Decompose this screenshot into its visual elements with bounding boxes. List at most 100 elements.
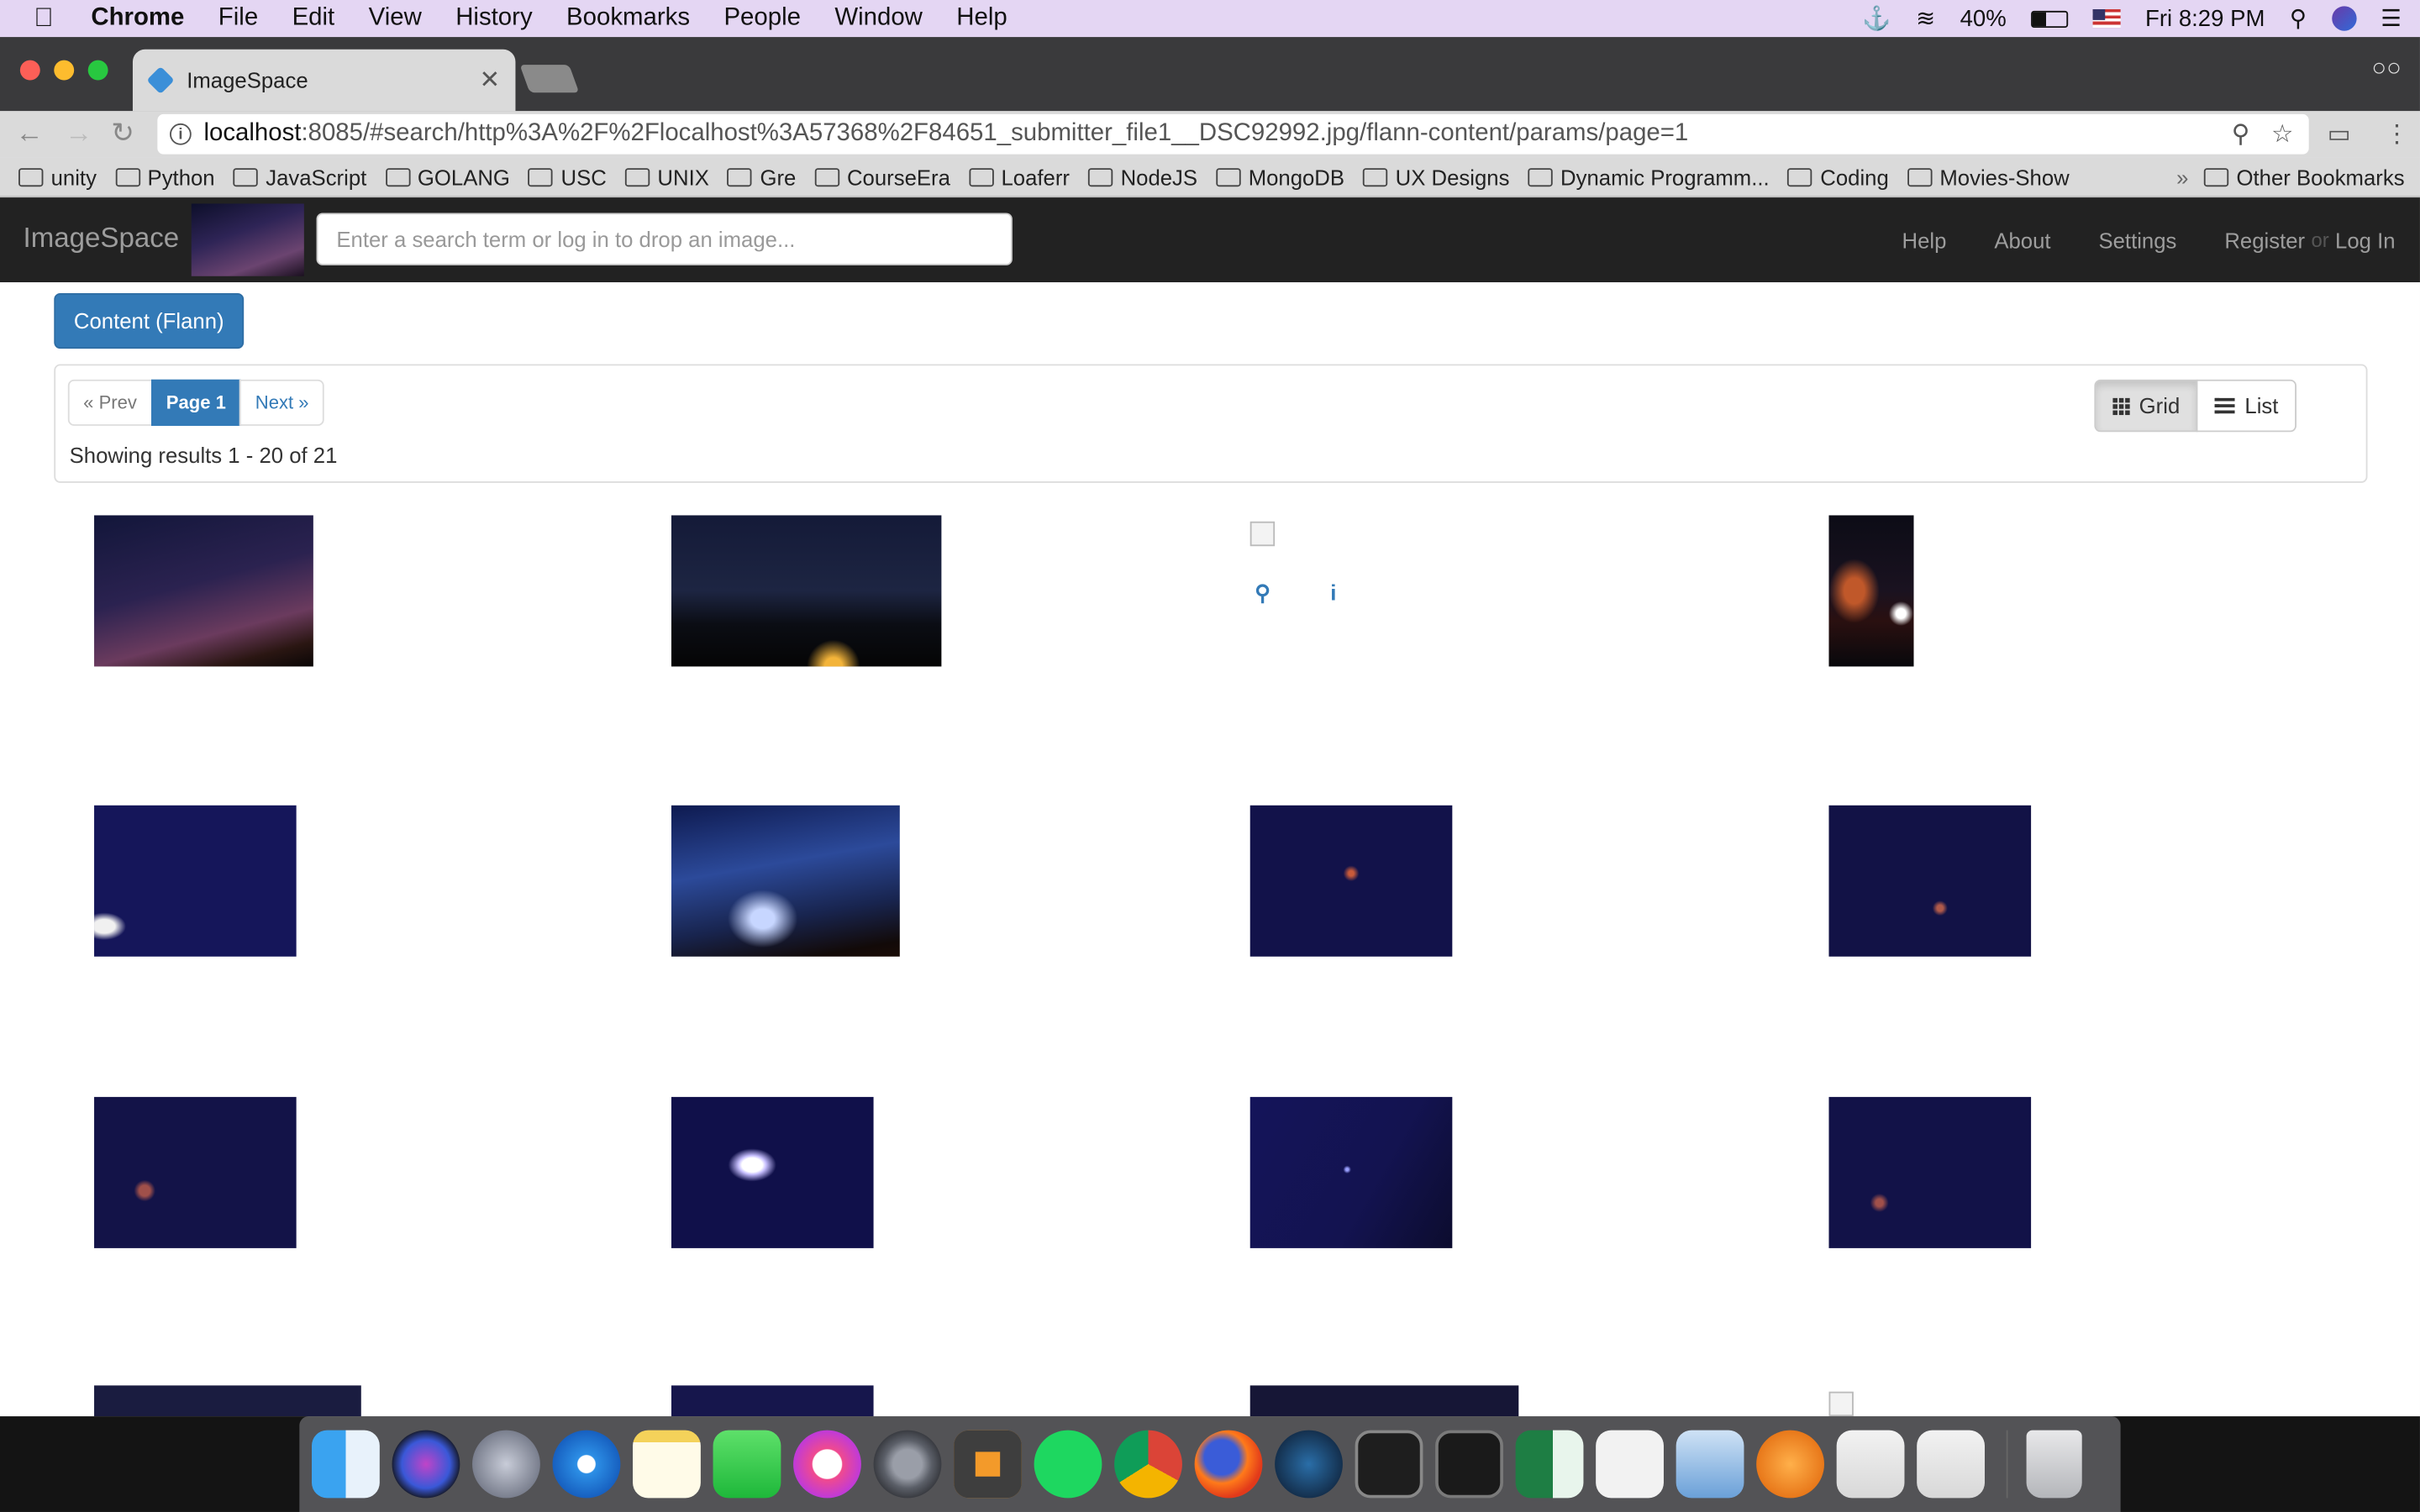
list-view-button[interactable]: List [2196,379,2297,433]
bookmark-folder-courseera[interactable]: CourseEra [814,165,950,189]
preview-icon[interactable] [1676,1430,1744,1499]
result-thumbnail[interactable] [94,1096,297,1248]
nav-help-link[interactable]: Help [1902,228,1947,252]
sketch-icon[interactable] [1756,1430,1824,1499]
bookmark-folder-python[interactable]: Python [114,165,215,189]
result-thumbnail[interactable] [94,515,313,667]
system-preferences-icon[interactable] [873,1430,942,1499]
siri-menubar-icon[interactable] [2331,6,2356,31]
bookmark-folder-ux-designs[interactable]: UX Designs [1363,165,1509,189]
notification-center-icon[interactable]: ☰ [2381,5,2402,32]
nav-register-link[interactable]: Register [2224,228,2305,252]
grid-view-button[interactable]: Grid [2094,379,2199,433]
result-thumbnail[interactable] [671,805,900,957]
result-thumbnail[interactable] [1249,1385,1519,1417]
back-icon[interactable]: ← [15,118,43,150]
zoom-icon[interactable]: ⚲ [2232,118,2250,150]
bookmark-folder-loaferr[interactable]: Loaferr [968,165,1070,189]
site-info-icon[interactable]: i [170,123,192,145]
incognito-icon[interactable]: ○○ [2371,55,2401,83]
menu-history[interactable]: History [455,5,532,33]
sublime-text-icon[interactable] [954,1430,1022,1499]
menu-view[interactable]: View [369,5,422,33]
cast-icon[interactable]: ▭ [2328,118,2351,150]
bookmark-folder-golang[interactable]: GOLANG [385,165,510,189]
bookmark-folder-other[interactable]: Other Bookmarks [2203,165,2405,189]
prev-page-button[interactable]: « Prev [67,379,153,426]
new-tab-button[interactable] [519,65,580,93]
flag-icon[interactable] [2092,9,2121,29]
java-icon[interactable] [1836,1430,1905,1499]
menu-people[interactable]: People [723,5,801,33]
nav-settings-link[interactable]: Settings [2098,228,2176,252]
notes-icon[interactable] [633,1430,701,1499]
bookmark-folder-unity[interactable]: unity [18,165,97,189]
slack-icon[interactable] [1596,1430,1664,1499]
menu-window[interactable]: Window [834,5,923,33]
battery-percent[interactable]: 40% [1960,5,2007,31]
bookmark-folder-coding[interactable]: Coding [1787,165,1889,189]
result-thumbnail[interactable] [671,1096,874,1248]
nav-about-link[interactable]: About [1994,228,2050,252]
result-thumbnail[interactable] [1828,1096,2032,1248]
content-flann-button[interactable]: Content (Flann) [54,292,245,349]
nav-login-link[interactable]: Log In [2335,228,2396,252]
window-zoom-icon[interactable] [87,60,108,81]
excel-icon[interactable] [1515,1430,1584,1499]
menu-help[interactable]: Help [956,5,1007,33]
bookmark-folder-gre[interactable]: Gre [727,165,796,189]
bookmark-folder-dynamic-programming[interactable]: Dynamic Programm... [1528,165,1770,189]
trash-icon[interactable] [2026,1430,2082,1499]
result-thumbnail[interactable] [671,515,942,667]
terminal-icon[interactable] [1355,1430,1423,1499]
docker-icon[interactable]: ⚓ [1862,5,1891,32]
siri-icon[interactable] [392,1430,460,1499]
brand-link[interactable]: ImageSpace [24,222,180,255]
info-icon[interactable]: i [1330,580,1336,605]
java-icon-2[interactable] [1917,1430,1985,1499]
wifi-icon[interactable]: ≋ [1916,5,1935,32]
menu-app-chrome[interactable]: Chrome [91,5,184,33]
spotlight-icon[interactable]: ⚲ [2290,5,2307,32]
result-thumbnail[interactable] [1828,805,2032,957]
chrome-menu-icon[interactable]: ⋮ [2385,118,2409,150]
bookmark-folder-mongodb[interactable]: MongoDB [1216,165,1344,189]
bookmark-star-icon[interactable]: ☆ [2271,118,2293,150]
result-thumbnail[interactable] [1249,1096,1453,1248]
menu-edit[interactable]: Edit [292,5,335,33]
menu-bookmarks[interactable]: Bookmarks [566,5,690,33]
itunes-icon[interactable] [793,1430,861,1499]
forward-icon[interactable]: → [65,118,92,150]
tab-imagespace[interactable]: ImageSpace ✕ [132,49,516,112]
clock[interactable]: Fri 8:29 PM [2145,5,2265,31]
next-page-button[interactable]: Next » [239,379,324,426]
address-bar[interactable]: i localhost :8085/#search/http%3A%2F%2Fl… [157,113,2309,155]
result-thumbnail[interactable] [94,1385,361,1417]
launchpad-icon[interactable] [472,1430,540,1499]
menu-file[interactable]: File [218,5,258,33]
window-close-icon[interactable] [19,60,40,81]
bookmarks-overflow-button[interactable]: » [2176,165,2188,189]
bookmark-folder-movies-show[interactable]: Movies-Show [1907,165,2070,189]
chrome-icon[interactable] [1114,1430,1182,1499]
result-thumbnail[interactable] [1249,805,1453,957]
steam-icon[interactable] [1275,1430,1343,1499]
reload-icon[interactable]: ↻ [111,118,134,150]
spotify-icon[interactable] [1034,1430,1102,1499]
apple-icon[interactable]:  [34,3,65,34]
battery-icon[interactable] [2031,9,2069,28]
finder-icon[interactable] [312,1430,380,1499]
search-input[interactable] [316,213,1013,265]
bookmark-folder-nodejs[interactable]: NodeJS [1088,165,1197,189]
result-thumbnail[interactable] [1828,515,1914,667]
current-page-button[interactable]: Page 1 [150,379,242,426]
safari-icon[interactable] [552,1430,621,1499]
tab-close-icon[interactable]: ✕ [479,65,500,96]
window-minimize-icon[interactable] [54,60,75,81]
bookmark-folder-unix[interactable]: UNIX [624,165,709,189]
activity-monitor-icon[interactable] [1435,1430,1503,1499]
bookmark-folder-usc[interactable]: USC [528,165,607,189]
facetime-icon[interactable] [713,1430,781,1499]
result-thumbnail[interactable] [671,1385,874,1417]
bookmark-folder-javascript[interactable]: JavaScript [233,165,366,189]
